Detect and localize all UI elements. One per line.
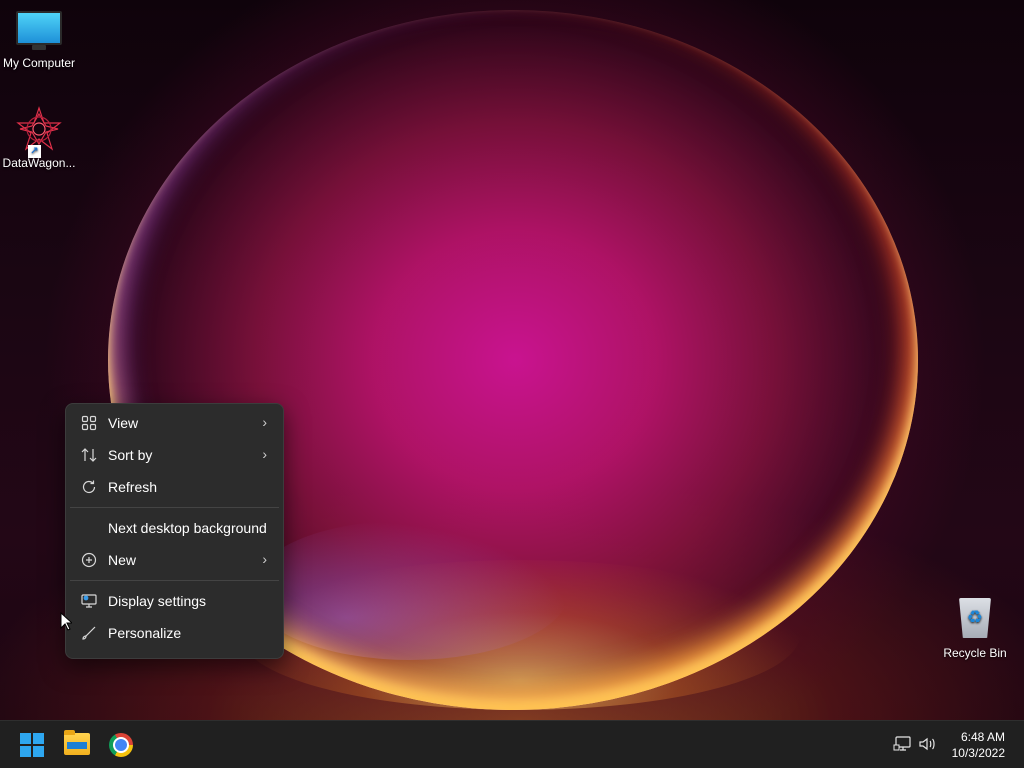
menu-item-personalize[interactable]: Personalize	[66, 617, 283, 649]
menu-item-label: Display settings	[108, 593, 207, 609]
menu-separator	[70, 580, 279, 581]
desktop-icon-my-computer[interactable]: My Computer	[0, 11, 78, 70]
desktop[interactable]: My Computer ↗ DataWagon... ♻ Recycle Bin	[0, 0, 1024, 768]
star-logo-icon: ↗	[16, 106, 62, 158]
volume-icon[interactable]	[918, 735, 938, 757]
chevron-right-icon: ›	[262, 551, 267, 567]
menu-item-next-desktop-background[interactable]: Next desktop background	[66, 512, 283, 544]
menu-item-label: View	[108, 415, 139, 431]
file-explorer-button[interactable]	[64, 730, 90, 755]
menu-separator	[70, 507, 279, 508]
menu-item-refresh[interactable]: Refresh	[66, 471, 283, 503]
taskbar-clock[interactable]: 6:48 AM 10/3/2022	[952, 729, 1005, 761]
menu-item-label: Next desktop background	[108, 520, 267, 536]
start-button[interactable]	[20, 733, 44, 757]
sort-icon	[80, 447, 98, 463]
display-icon	[80, 593, 98, 609]
refresh-icon	[80, 479, 98, 495]
plus-circle-icon	[80, 552, 98, 568]
chevron-right-icon: ›	[262, 414, 267, 430]
grid-icon	[80, 415, 98, 431]
menu-item-label: Sort by	[108, 447, 153, 463]
menu-item-display-settings[interactable]: Display settings	[66, 585, 283, 617]
shortcut-arrow-icon: ↗	[28, 145, 41, 158]
brush-icon	[80, 625, 98, 641]
windows-logo-icon	[20, 733, 31, 744]
menu-item-label: Personalize	[108, 625, 182, 641]
menu-item-view[interactable]: View ›	[66, 407, 283, 439]
desktop-context-menu: View › Sort by › Refresh Next desktop ba…	[65, 403, 284, 659]
desktop-icon-datawagon[interactable]: ↗ DataWagon...	[0, 106, 78, 170]
wallpaper-glow	[240, 560, 800, 710]
menu-item-label: New	[108, 552, 137, 568]
menu-item-new[interactable]: New ›	[66, 544, 283, 576]
menu-item-label: Refresh	[108, 479, 158, 495]
chrome-button[interactable]	[109, 733, 133, 757]
network-icon[interactable]	[893, 735, 913, 757]
wallpaper-purple-glow	[250, 520, 570, 660]
desktop-icon-label: Recycle Bin	[943, 646, 1007, 660]
desktop-icon-recycle-bin[interactable]: ♻ Recycle Bin	[936, 598, 1014, 660]
clock-date: 10/3/2022	[951, 746, 1005, 760]
desktop-icon-label: My Computer	[2, 56, 76, 70]
menu-item-sort-by[interactable]: Sort by ›	[66, 439, 283, 471]
clock-time: 6:48 AM	[960, 730, 1005, 744]
recycle-bin-icon: ♻	[959, 598, 991, 638]
monitor-icon	[16, 11, 62, 50]
mouse-cursor-icon	[60, 612, 72, 631]
chevron-right-icon: ›	[262, 446, 267, 462]
taskbar: 6:48 AM 10/3/2022	[0, 720, 1024, 768]
desktop-icon-label: DataWagon...	[2, 156, 76, 170]
